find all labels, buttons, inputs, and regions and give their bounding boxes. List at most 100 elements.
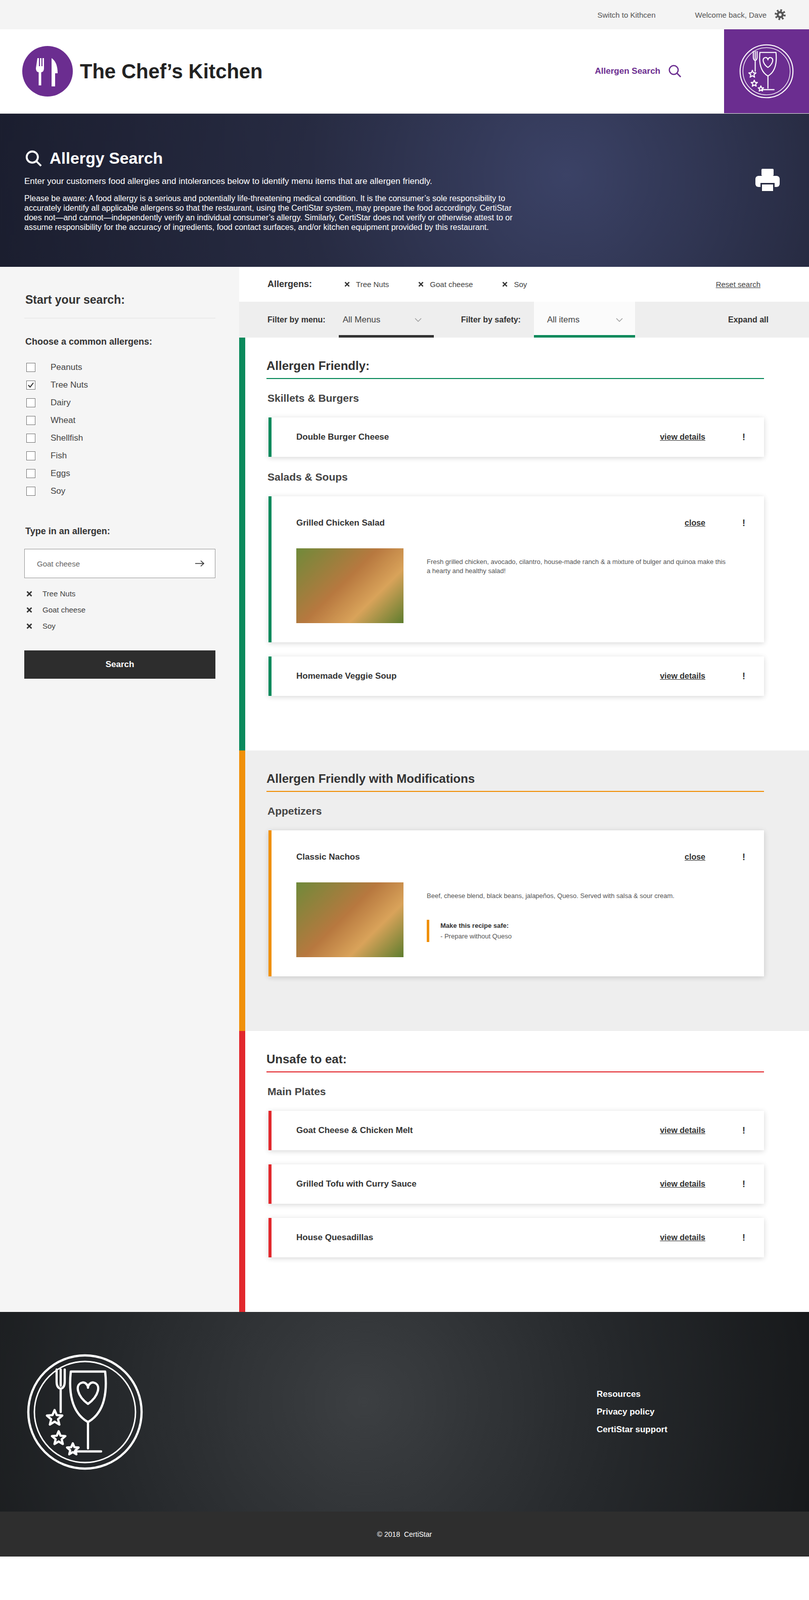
arrow-right-icon[interactable] [194,560,205,568]
print-icon[interactable] [754,167,781,194]
allergen-checkbox-row[interactable]: Fish [24,446,216,465]
allergen-search-nav[interactable]: Allergen Search [595,63,683,79]
welcome-text: Welcome back, Dave [695,10,767,20]
main: Start your search: Choose a common aller… [0,266,809,1313]
allergen-chip[interactable]: Soy [502,280,527,289]
alert-marker[interactable]: ! [740,671,747,683]
selected-allergen: Goat cheese [24,605,216,615]
checkbox[interactable] [26,380,36,390]
certistar-badge[interactable] [724,29,809,114]
alert-marker[interactable]: ! [740,852,747,864]
footer-link[interactable]: Privacy policy [596,1407,678,1418]
item-description: Fresh grilled chicken, avocado, cilantro… [426,557,731,576]
allergen-tag-label: Soy [42,621,56,631]
allergen-checkbox-row[interactable]: Eggs [24,464,216,483]
filter-dropdown[interactable]: All items [533,301,636,338]
copyright: © 2018 CertiStar [377,1531,432,1540]
allergen-checkbox-row[interactable]: Dairy [24,393,216,412]
remove-icon[interactable] [418,281,424,288]
checkbox[interactable] [26,416,36,426]
expand-all-button[interactable]: Expand all [728,315,769,325]
alert-marker[interactable]: ! [740,1233,747,1244]
switch-kitchen-link[interactable]: Switch to Kithcen [597,10,656,20]
section-title: Unsafe to eat: [266,1052,764,1073]
remove-icon[interactable] [26,623,33,630]
remove-icon[interactable] [26,591,33,598]
allergen-checkbox-row[interactable]: Peanuts [24,358,216,377]
selected-allergen: Soy [24,621,216,631]
footer-link[interactable]: Resources [596,1389,678,1401]
close-link[interactable]: close [684,852,706,863]
check-icon [27,381,35,389]
search-button[interactable]: Search [24,650,216,680]
section-title: Allergen Friendly with Modifications [266,772,764,793]
menu-item-card: Classic Nachos close ! Beef, cheese blen… [268,830,764,977]
footer-logo-icon [24,1352,146,1474]
item-description: Beef, cheese blend, black beans, jalapeñ… [426,891,731,902]
view-details-link[interactable]: view details [659,671,706,682]
remove-icon[interactable] [502,281,508,288]
remove-icon[interactable] [26,607,33,614]
menu-item-name: Grilled Chicken Salad [296,518,685,529]
chip-label: Goat cheese [429,280,473,289]
menu-item-card: Goat Cheese & Chicken Melt view details … [268,1111,764,1151]
allergen-chip[interactable]: Tree Nuts [344,280,389,289]
remove-icon[interactable] [344,281,350,288]
footer-link[interactable]: CertiStar support [596,1425,678,1436]
reset-search-link[interactable]: Reset search [715,280,761,289]
alert-marker[interactable]: ! [740,1126,747,1137]
input-value: Goat cheese [36,559,80,569]
filter-label: Filter by menu: [267,315,326,325]
checkbox[interactable] [26,486,36,497]
chevron-down-icon [615,318,623,323]
user-menu[interactable]: Welcome back, Dave [695,8,787,22]
modification-note: Make this recipe safe: - Prepare without… [426,920,731,943]
allergens-label: Allergens: [267,279,312,290]
allergen-chip[interactable]: Goat cheese [418,280,473,289]
allergen-checkbox-row[interactable]: Shellfish [24,429,216,447]
selected-allergen: Tree Nuts [24,589,216,599]
result-section: Allergen Friendly with Modifications App… [239,750,809,1032]
allergen-tag-label: Tree Nuts [42,589,76,599]
checkbox-label: Peanuts [50,362,82,373]
checkbox[interactable] [26,469,36,479]
checkbox[interactable] [26,451,36,461]
view-details-link[interactable]: view details [659,1126,706,1136]
alert-marker[interactable]: ! [740,432,747,443]
close-link[interactable]: close [684,518,706,528]
category-title: Appetizers [267,805,764,818]
allergen-checklist: Peanuts Tree Nuts Dairy Wheat Shellfish … [24,358,216,501]
menu-item-card: Double Burger Cheese view details ! [268,417,764,458]
allergen-input[interactable]: Goat cheese [24,549,216,579]
search-icon [24,149,44,169]
view-details-link[interactable]: view details [659,432,706,442]
gear-icon[interactable] [773,8,787,22]
modification-step: - Prepare without Queso [440,932,731,941]
allergen-tag-label: Goat cheese [42,605,86,615]
chevron-down-icon [414,318,422,323]
search-icon[interactable] [667,63,683,79]
view-details-link[interactable]: view details [659,1180,706,1190]
hero-intro: Enter your customers food allergies and … [24,176,515,187]
filter-label: Filter by safety: [461,315,521,325]
filter-dropdown[interactable]: All Menus [338,301,434,338]
allergen-checkbox-row[interactable]: Soy [24,482,216,501]
footer-links: Resources Privacy policy CertiStar support [596,1389,678,1436]
menu-item-card: Grilled Tofu with Curry Sauce view detai… [268,1164,764,1205]
category-title: Skillets & Burgers [267,392,764,405]
dropdown-value: All Menus [342,315,381,326]
hero: Allergy Search Enter your customers food… [0,113,809,267]
allergen-checkbox-row[interactable]: Tree Nuts [24,376,216,394]
alert-marker[interactable]: ! [740,1179,747,1191]
nav-link[interactable]: Allergen Search [595,66,661,77]
checkbox[interactable] [26,398,36,408]
allergen-checkbox-row[interactable]: Wheat [24,411,216,430]
view-details-link[interactable]: view details [659,1233,706,1243]
menu-item-card: Homemade Veggie Soup view details ! [268,656,764,697]
chip-label: Soy [513,280,527,289]
brand[interactable]: The Chef’s Kitchen [0,46,596,97]
checkbox[interactable] [26,363,36,373]
checkbox-label: Wheat [50,415,76,426]
checkbox[interactable] [26,433,36,443]
alert-marker[interactable]: ! [740,518,747,529]
